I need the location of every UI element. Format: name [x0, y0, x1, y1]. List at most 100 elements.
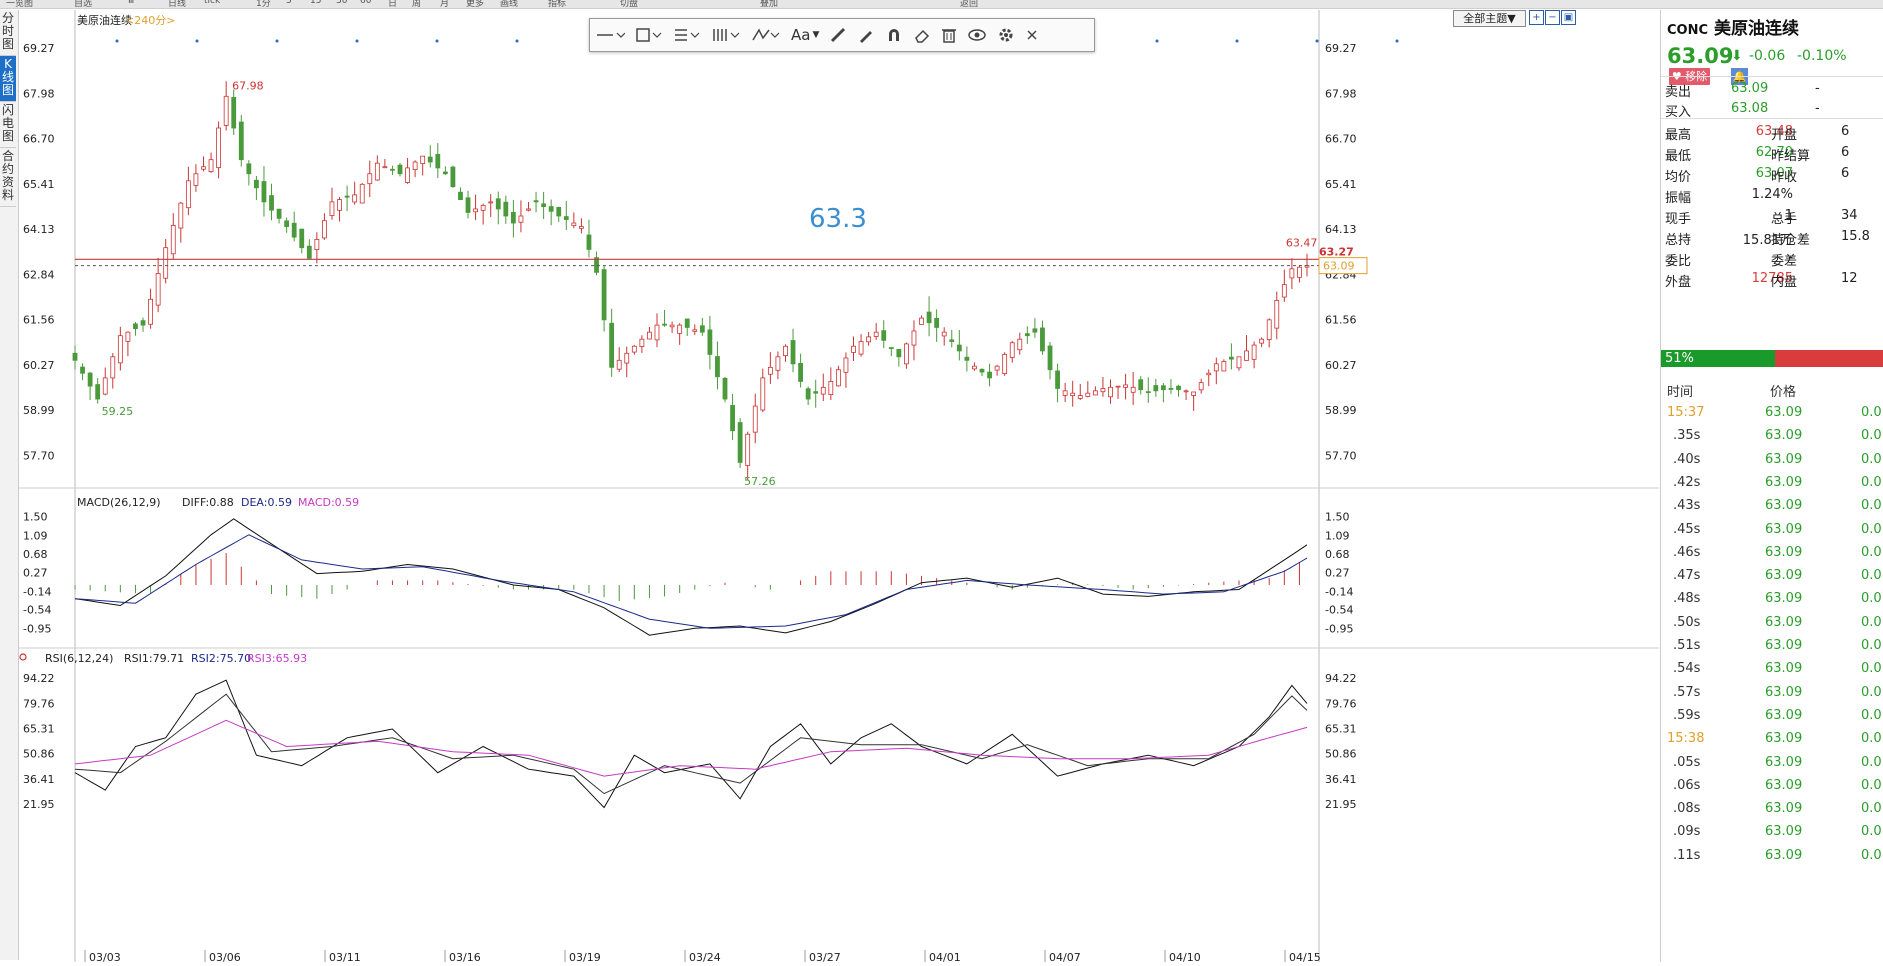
candle [616, 359, 622, 370]
macd-dea-label: DEA:0.59 [241, 496, 292, 509]
top-menu-item[interactable]: 周 [412, 0, 421, 9]
price-axis-tick-left: 64.13 [23, 223, 55, 236]
macd-axis-tick-right: -0.14 [1325, 585, 1353, 598]
tick-time: .54s [1673, 661, 1701, 677]
layout-icon[interactable]: ▣ [1561, 10, 1576, 25]
tick-row: .43s 63.09 0.0 [1661, 495, 1883, 518]
font-tool-icon[interactable]: Aa ▼ [788, 23, 822, 47]
low-marker-label: 59.25 [102, 405, 133, 418]
line-tool-icon[interactable] [592, 23, 628, 47]
zoom-in-icon[interactable]: + [1529, 10, 1544, 25]
pen-icon[interactable] [854, 23, 878, 47]
top-menu-item[interactable]: 叠加 [760, 0, 778, 9]
left-tab-2[interactable]: 闪电图 [0, 102, 16, 148]
stat-label: 外盘 [1665, 275, 1692, 290]
top-menu-item[interactable]: 日 [388, 0, 397, 9]
ruler-icon[interactable] [826, 23, 850, 47]
top-menu-item[interactable]: 一览图 [6, 0, 33, 9]
pattern-tool-icon[interactable] [748, 23, 784, 47]
price-axis-tick-left: 69.27 [23, 42, 55, 55]
top-menu-item[interactable]: 自选 [74, 0, 92, 9]
top-menu-item[interactable]: 15 [310, 0, 321, 6]
magnet-icon[interactable] [882, 23, 906, 47]
tick-row: .09s 63.09 0.0 [1661, 821, 1883, 844]
top-menu-item[interactable]: tick [204, 0, 220, 6]
trash-icon[interactable] [938, 23, 960, 47]
rsi-axis-tick-right: 65.31 [1325, 723, 1357, 736]
theme-dropdown-button[interactable]: 全部主题▼ [1453, 10, 1526, 27]
top-menu-item[interactable]: 画线 [500, 0, 518, 9]
tick-volume: 0.0 [1861, 474, 1882, 490]
sun-icon [19, 653, 27, 661]
rect-tool-icon[interactable] [632, 23, 666, 47]
candle [140, 320, 146, 326]
rsi-axis-tick-right: 50.86 [1325, 748, 1357, 761]
top-menu-item[interactable]: 日线 [168, 0, 186, 9]
x-axis-label: 04/15 [1289, 951, 1321, 962]
candle [1138, 379, 1144, 391]
text-tool-icon[interactable] [670, 23, 704, 47]
chart-area[interactable]: 69.27 69.27 67.98 67.98 66.70 66.70 65.41 65.41… [19, 10, 1659, 964]
stat-label-2: 内盘 [1771, 275, 1798, 290]
top-menu-item[interactable]: 指标 [548, 0, 566, 9]
candle [344, 195, 350, 198]
tick-volume: 0.0 [1861, 707, 1882, 723]
buy-sell-ratio-bar: 51% [1661, 350, 1883, 367]
candle [1168, 387, 1174, 390]
left-tab-1[interactable]: K线图 [0, 56, 16, 102]
eraser-icon[interactable] [910, 23, 934, 47]
candle [571, 222, 577, 227]
dot-marker [115, 39, 119, 43]
candle [1229, 356, 1234, 360]
candle [382, 166, 388, 169]
candle [1266, 319, 1272, 341]
rsi-axis-tick-right: 94.22 [1325, 672, 1357, 685]
eye-icon[interactable] [964, 23, 990, 47]
left-tab-0[interactable]: 分时图 [0, 10, 16, 56]
zoom-out-icon[interactable]: − [1545, 10, 1560, 25]
close-icon[interactable] [1022, 23, 1042, 47]
top-menu-item[interactable]: 60 [360, 0, 371, 6]
tick-volume: 0.0 [1861, 731, 1882, 747]
candle [926, 311, 932, 324]
candle [518, 215, 524, 223]
candle [835, 369, 841, 387]
candle [631, 345, 637, 353]
tick-row: .46s 63.09 0.0 [1661, 542, 1883, 565]
bars-tool-icon[interactable] [708, 23, 744, 47]
candle [677, 324, 683, 334]
top-menu-item[interactable]: 切盘 [620, 0, 638, 9]
macd-axis-tick-right: -0.95 [1325, 622, 1353, 635]
candle [647, 331, 652, 340]
rsi-title: RSI(6,12,24) [45, 652, 113, 665]
candle [246, 163, 252, 175]
tick-time: .05s [1673, 754, 1701, 770]
candle [1100, 388, 1106, 393]
candle [1244, 350, 1249, 361]
quote-extra: - [1815, 101, 1820, 116]
high-marker-label: 67.98 [232, 80, 264, 93]
tick-volume: 0.0 [1861, 405, 1882, 420]
macd-dea-line [74, 534, 1308, 629]
candle [601, 269, 607, 321]
top-menu-item[interactable]: 5 [286, 0, 292, 6]
tick-price: 63.09 [1765, 428, 1803, 444]
chart-canvas[interactable]: 69.27 69.27 67.98 67.98 66.70 66.70 65.41 65.41… [19, 10, 1659, 964]
dot-marker [1155, 39, 1159, 43]
price-axis-tick-left: 65.41 [23, 178, 55, 191]
tick-row: .45s 63.09 0.0 [1661, 519, 1883, 542]
left-tab-3[interactable]: 合约资料 [0, 148, 16, 207]
candle [510, 212, 516, 224]
candle [639, 338, 645, 347]
candle [1281, 284, 1287, 298]
top-menu-item[interactable]: 更多 [466, 0, 484, 9]
candle [102, 377, 108, 395]
top-menu-item[interactable]: 月 [440, 0, 449, 9]
top-menu-item[interactable]: Ⅲ [128, 0, 134, 6]
candle [110, 356, 116, 379]
top-menu-item[interactable]: 30 [336, 0, 347, 6]
candle [291, 222, 297, 238]
gear-icon[interactable] [994, 23, 1018, 47]
top-menu-item[interactable]: 1分 [256, 0, 271, 9]
top-menu-item[interactable]: 返回 [960, 0, 978, 9]
